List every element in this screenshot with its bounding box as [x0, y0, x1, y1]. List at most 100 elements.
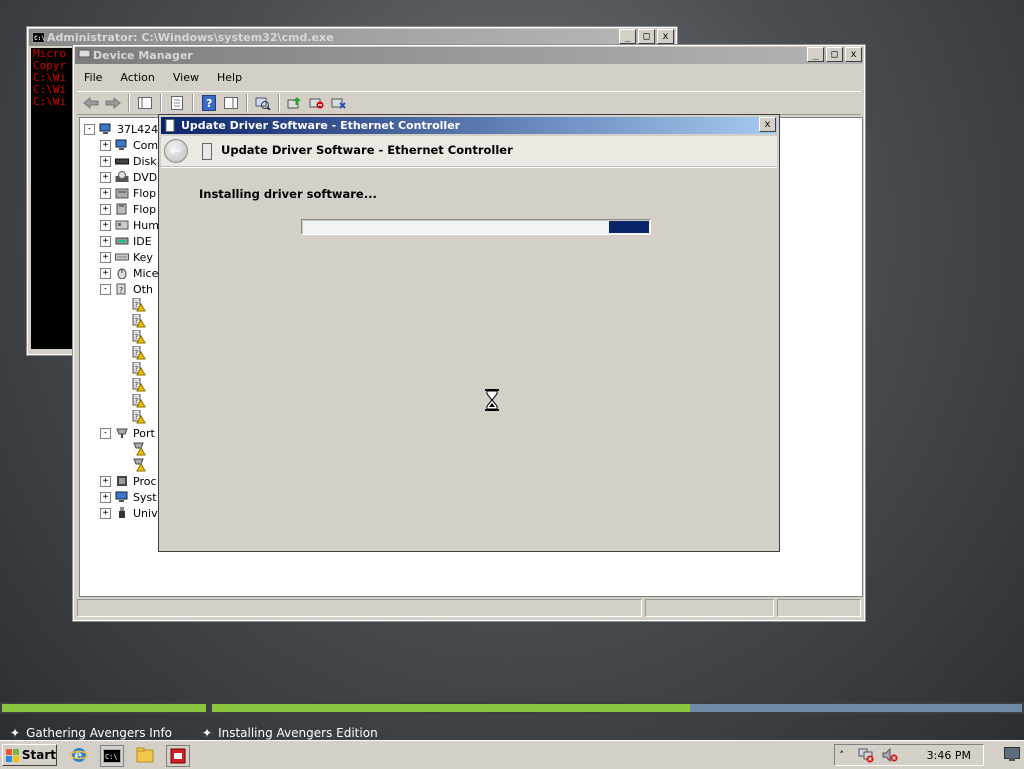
minimize-button[interactable]: _ [807, 47, 824, 62]
svg-text:?: ? [135, 381, 139, 389]
start-button[interactable]: Start [2, 744, 57, 766]
minimize-button[interactable]: _ [619, 29, 636, 44]
svg-text:?: ? [135, 397, 139, 405]
unknown-device-warning-icon: ? [132, 330, 146, 344]
hid-icon [115, 219, 129, 231]
collapse-button[interactable]: - [100, 283, 111, 295]
help-icon[interactable]: ? [199, 94, 219, 112]
unknown-device-warning-icon: ? [132, 314, 146, 328]
internet-explorer-icon[interactable]: e [68, 745, 90, 765]
tree-device[interactable]: ? [132, 393, 150, 409]
menu-help[interactable]: Help [210, 69, 249, 86]
tree-category[interactable]: + Mice [100, 265, 158, 281]
taskbar: Start e C:\ ˄ 3:46 PM [0, 740, 1024, 769]
console-tree-icon[interactable] [135, 94, 155, 112]
close-button[interactable]: x [845, 47, 862, 62]
floppy-controller-icon [115, 187, 129, 199]
windows-explorer-icon[interactable] [134, 745, 156, 765]
tree-category[interactable]: - Port [100, 425, 155, 441]
usb-controller-icon [115, 507, 129, 519]
clock[interactable]: 3:46 PM [927, 749, 971, 762]
hourglass-cursor-icon [485, 389, 499, 411]
uninstall-icon[interactable] [329, 94, 349, 112]
dialog-body: Installing driver software... [161, 167, 777, 549]
menu-file[interactable]: File [77, 69, 109, 86]
expand-button[interactable]: + [100, 219, 111, 231]
tree-category[interactable]: + Flop [100, 185, 156, 201]
tree-device[interactable]: ? [132, 361, 150, 377]
tree-item-label: DVD [133, 170, 158, 184]
disable-icon[interactable] [307, 94, 327, 112]
maximize-button[interactable]: □ [638, 29, 655, 44]
tree-device[interactable]: ? [132, 345, 150, 361]
tree-device[interactable] [132, 441, 150, 457]
tree-category[interactable]: + IDE [100, 233, 152, 249]
svg-text:?: ? [206, 97, 212, 110]
expand-button[interactable]: + [100, 507, 111, 519]
status-panel [777, 599, 861, 617]
network-error-icon[interactable] [857, 747, 875, 763]
system-devices-icon [115, 491, 129, 503]
tree-category[interactable]: + Proc [100, 473, 157, 489]
tree-root[interactable]: - 37L424 [84, 121, 158, 137]
close-button[interactable]: x [759, 117, 776, 132]
tree-category[interactable]: + DVD [100, 169, 157, 185]
tree-device[interactable]: ? [132, 297, 150, 313]
tree-device[interactable]: ? [132, 409, 150, 425]
console-output[interactable]: Micro Copyr C:\Wi C:\Wi C:\Wi [31, 48, 75, 349]
volume-muted-icon[interactable] [881, 747, 899, 763]
maximize-button[interactable]: □ [826, 47, 843, 62]
unknown-device-warning-icon: ? [132, 378, 146, 392]
expand-button[interactable]: + [100, 155, 111, 167]
action-pane-icon[interactable] [221, 94, 241, 112]
expand-button[interactable]: + [100, 251, 111, 263]
setup-progress-stage1 [2, 704, 206, 712]
toolbar-separator [192, 94, 194, 112]
show-hidden-icons-chevron[interactable]: ˄ [839, 749, 845, 762]
dialog-titlebar[interactable]: Update Driver Software - Ethernet Contro… [161, 117, 777, 134]
show-desktop-icon[interactable] [1004, 747, 1020, 764]
expand-button[interactable]: + [100, 187, 111, 199]
tree-item-label: IDE [133, 234, 152, 248]
scan-hardware-icon[interactable] [253, 94, 273, 112]
device-manager-titlebar[interactable]: Device Manager [75, 47, 863, 64]
expand-button[interactable]: + [100, 267, 111, 279]
collapse-button[interactable]: - [84, 123, 95, 135]
expand-button[interactable]: + [100, 475, 111, 487]
tree-device[interactable]: ? [132, 377, 150, 393]
tree-category[interactable]: + Univ [100, 505, 158, 521]
setup-progress-stage2 [212, 704, 1022, 712]
collapse-button[interactable]: - [100, 427, 111, 439]
expand-button[interactable]: + [100, 139, 111, 151]
tree-device[interactable] [132, 457, 150, 473]
forward-icon[interactable] [103, 94, 123, 112]
tree-item-label: Oth [133, 282, 153, 296]
expand-button[interactable]: + [100, 491, 111, 503]
menu-view[interactable]: View [166, 69, 206, 86]
tree-category[interactable]: + Com [100, 137, 158, 153]
tree-device[interactable]: ? [132, 313, 150, 329]
toolbar-separator [278, 94, 280, 112]
tree-category[interactable]: + Hum [100, 217, 159, 233]
close-button[interactable]: x [657, 29, 674, 44]
cmd-icon[interactable]: C:\ [100, 745, 124, 767]
tree-item-label: Flop [133, 186, 157, 200]
back-button[interactable]: ← [164, 139, 188, 163]
expand-button[interactable]: + [100, 203, 111, 215]
tree-category[interactable]: -? Oth [100, 281, 153, 297]
menu-action[interactable]: Action [113, 69, 161, 86]
back-icon[interactable] [81, 94, 101, 112]
tree-category[interactable]: + Flop [100, 201, 156, 217]
update-driver-dialog[interactable]: Update Driver Software - Ethernet Contro… [158, 114, 780, 552]
properties-icon[interactable] [167, 94, 187, 112]
tree-category[interactable]: + Syst [100, 489, 157, 505]
tree-device[interactable]: ? [132, 329, 150, 345]
tree-category[interactable]: + Key [100, 249, 153, 265]
server-manager-icon[interactable] [166, 745, 190, 767]
update-driver-icon[interactable] [285, 94, 305, 112]
tree-category[interactable]: + Disk [100, 153, 157, 169]
progress-marquee-chunk [609, 221, 649, 233]
expand-button[interactable]: + [100, 235, 111, 247]
expand-button[interactable]: + [100, 171, 111, 183]
device-manager-icon [78, 49, 91, 61]
